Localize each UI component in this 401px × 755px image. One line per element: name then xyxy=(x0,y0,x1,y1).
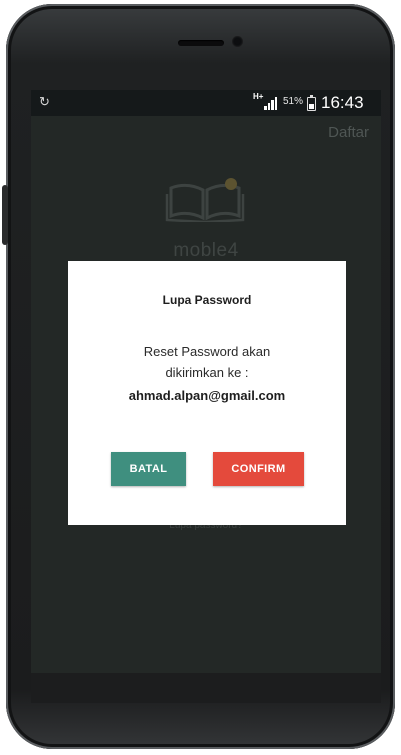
dialog-message-line1: Reset Password akan xyxy=(143,344,271,359)
register-link[interactable]: Daftar xyxy=(328,124,369,141)
confirm-button[interactable]: CONFIRM xyxy=(213,452,304,486)
cancel-button[interactable]: BATAL xyxy=(111,452,186,486)
phone-bottom-bezel xyxy=(31,673,381,703)
dialog-title: Lupa Password xyxy=(162,293,252,307)
dialog-message-line2: dikirimkan ke : xyxy=(165,365,249,380)
dialog-email: ahmad.alpan@gmail.com xyxy=(128,388,286,403)
volume-button xyxy=(2,185,8,245)
front-camera xyxy=(232,36,243,47)
battery-icon xyxy=(307,95,316,111)
earpiece-speaker xyxy=(178,40,224,46)
forgot-password-dialog: Lupa Password Reset Password akan dikiri… xyxy=(68,261,346,525)
network-type-label: H+ xyxy=(253,92,264,101)
app-name: moble4 xyxy=(173,240,239,261)
battery-percent: 51% xyxy=(283,96,304,107)
dialog-message: Reset Password akan dikirimkan ke : xyxy=(68,341,346,383)
status-clock: 16:43 xyxy=(321,93,364,112)
book-logo-icon xyxy=(165,178,245,222)
signal-icon xyxy=(264,97,278,110)
sync-icon: ↻ xyxy=(39,94,50,109)
status-bar: ↻ H+ 51% 16:43 xyxy=(31,90,381,116)
